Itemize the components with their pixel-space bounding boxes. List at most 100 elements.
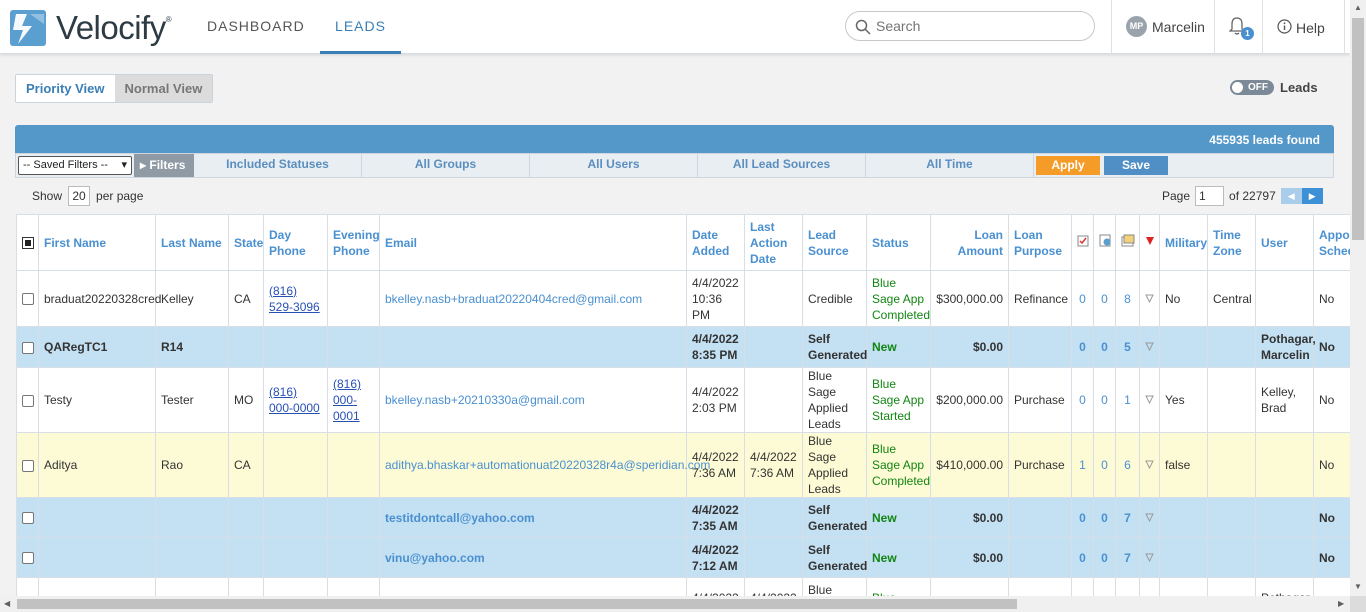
vertical-scroll-thumb[interactable] xyxy=(1352,18,1364,240)
col-date-added[interactable]: Date Added xyxy=(686,214,745,271)
row-checkbox-cell[interactable] xyxy=(16,537,39,578)
filters-button[interactable]: ▸ Filters xyxy=(134,154,194,177)
cell-status[interactable]: New xyxy=(866,497,931,538)
cell-email[interactable]: bkelley.nasb+20210330a@gmail.com xyxy=(379,367,687,433)
search-box[interactable] xyxy=(845,11,1095,41)
cell-first-name[interactable]: Automation xyxy=(38,577,156,596)
cell-email[interactable]: testitdontcall@yahoo.com xyxy=(379,497,687,538)
col-actions[interactable] xyxy=(1093,214,1116,271)
cell-email[interactable]: vinu@yahoo.com xyxy=(379,537,687,578)
cell-email[interactable]: bkelley.nasb+braduat20220404cred@gmail.c… xyxy=(379,270,687,327)
cell-actions-count[interactable]: 0 xyxy=(1093,270,1116,327)
cell-tasks-count[interactable]: 1 xyxy=(1071,577,1094,596)
scroll-right-icon[interactable]: ▶ xyxy=(1338,599,1344,608)
filter-all-users[interactable]: All Users xyxy=(530,154,698,177)
row-checkbox-cell[interactable] xyxy=(16,497,39,538)
nav-dashboard[interactable]: DASHBOARD xyxy=(207,0,305,54)
col-flag[interactable] xyxy=(1139,214,1160,271)
table-row[interactable]: braduat20220328cred Kelley CA (816) 529-309… xyxy=(16,270,1350,327)
col-first-name[interactable]: First Name xyxy=(38,214,156,271)
cell-documents-count[interactable]: 3 xyxy=(1115,577,1140,596)
cell-tasks-count[interactable]: 0 xyxy=(1071,497,1094,538)
search-input[interactable] xyxy=(876,18,1076,34)
cell-evening-phone[interactable] xyxy=(327,497,380,538)
cell-status[interactable]: Blue Sage App Started xyxy=(866,367,931,433)
nav-leads[interactable]: LEADS xyxy=(320,0,401,54)
cell-documents-count[interactable]: 6 xyxy=(1115,432,1140,498)
cell-documents-count[interactable]: 7 xyxy=(1115,497,1140,538)
col-time-zone[interactable]: Time Zone xyxy=(1207,214,1256,271)
cell-email[interactable]: adithya.bhaskar+automationuat20220328r4a… xyxy=(379,432,710,498)
cell-flag[interactable] xyxy=(1139,497,1160,538)
col-email[interactable]: Email xyxy=(379,214,687,271)
cell-first-name[interactable] xyxy=(38,537,156,578)
prev-page-button[interactable]: ◀ xyxy=(1280,188,1302,204)
velocify-logo[interactable]: Velocify® xyxy=(10,9,172,47)
col-last-name[interactable]: Last Name xyxy=(155,214,229,271)
cell-day-phone[interactable]: (816) 000-0000 xyxy=(263,367,328,433)
flag-outline-icon[interactable] xyxy=(1145,511,1154,525)
cell-email[interactable] xyxy=(379,326,687,368)
cell-last-name[interactable]: QA xyxy=(155,577,229,596)
cell-email[interactable]: mpothagar.nasb+automationuat20220328r4a@… xyxy=(379,577,687,596)
row-checkbox-cell[interactable] xyxy=(16,432,39,498)
cell-day-phone[interactable] xyxy=(263,326,328,368)
col-status[interactable]: Status xyxy=(866,214,931,271)
vertical-scrollbar[interactable]: ▲ ▼ xyxy=(1350,0,1366,596)
flag-outline-icon[interactable] xyxy=(1145,458,1154,472)
cell-flag[interactable] xyxy=(1139,326,1160,368)
row-checkbox-cell[interactable] xyxy=(16,270,39,327)
page-input[interactable]: 1 xyxy=(1195,186,1225,206)
horizontal-scrollbar[interactable]: ◀ ▶ xyxy=(0,596,1350,612)
col-last-action-date[interactable]: Last Action Date xyxy=(744,214,803,271)
select-all-icon[interactable] xyxy=(22,237,34,250)
cell-actions-count[interactable]: 0 xyxy=(1093,367,1116,433)
flag-outline-icon[interactable] xyxy=(1145,340,1154,354)
cell-flag[interactable] xyxy=(1139,270,1160,327)
cell-first-name[interactable] xyxy=(38,497,156,538)
help-link[interactable]: Help xyxy=(1277,19,1325,37)
table-row[interactable]: vinu@yahoo.com 4/4/2022 7:12 AM Self Gener… xyxy=(16,537,1350,578)
save-button[interactable]: Save xyxy=(1104,156,1168,175)
cell-evening-phone[interactable]: (816) 000-0001 xyxy=(327,367,380,433)
cell-last-name[interactable]: Kelley xyxy=(155,270,229,327)
cell-actions-count[interactable]: 0 xyxy=(1093,577,1116,596)
table-row[interactable]: QARegTC1 R14 4/4/2022 8:35 PM Self Generate… xyxy=(16,326,1350,368)
filter-included-statuses[interactable]: Included Statuses xyxy=(194,154,362,177)
cell-status[interactable]: Blue Sage App xyxy=(866,577,931,596)
row-checkbox[interactable] xyxy=(22,512,34,525)
row-checkbox-cell[interactable] xyxy=(16,367,39,433)
cell-documents-count[interactable]: 1 xyxy=(1115,367,1140,433)
row-checkbox[interactable] xyxy=(22,341,34,354)
apply-button[interactable]: Apply xyxy=(1036,156,1100,175)
cell-documents-count[interactable]: 7 xyxy=(1115,537,1140,578)
avatar[interactable]: MP xyxy=(1126,16,1147,37)
cell-tasks-count[interactable]: 0 xyxy=(1071,367,1094,433)
cell-last-name[interactable]: R14 xyxy=(155,326,229,368)
cell-evening-phone[interactable] xyxy=(327,537,380,578)
table-row[interactable]: testitdontcall@yahoo.com 4/4/2022 7:35 AM… xyxy=(16,497,1350,538)
cell-status[interactable]: New xyxy=(866,326,931,368)
scroll-up-icon[interactable]: ▲ xyxy=(1354,3,1362,12)
filter-all-groups[interactable]: All Groups xyxy=(362,154,530,177)
cell-flag[interactable] xyxy=(1139,367,1160,433)
cell-actions-count[interactable]: 0 xyxy=(1093,537,1116,578)
cell-day-phone[interactable] xyxy=(263,537,328,578)
row-checkbox-cell[interactable] xyxy=(16,326,39,368)
cell-first-name[interactable]: QARegTC1 xyxy=(38,326,156,368)
col-appointment[interactable]: Appoint. Sched. xyxy=(1313,214,1350,271)
table-row[interactable]: Testy Tester MO (816) 000-0000 (816) 000-000… xyxy=(16,367,1350,433)
cell-evening-phone[interactable] xyxy=(327,326,380,368)
table-row[interactable]: AutomationQACA mpothagar.nasb+automationu… xyxy=(16,577,1350,596)
col-loan-purpose[interactable]: Loan Purpose xyxy=(1008,214,1072,271)
cell-last-name[interactable]: Tester xyxy=(155,367,229,433)
cell-tasks-count[interactable]: 0 xyxy=(1071,537,1094,578)
cell-first-name[interactable]: Testy xyxy=(38,367,156,433)
normal-view-button[interactable]: Normal View xyxy=(114,75,213,102)
flag-outline-icon[interactable] xyxy=(1145,393,1154,407)
filter-all-lead-sources[interactable]: All Lead Sources xyxy=(698,154,866,177)
row-checkbox-cell[interactable] xyxy=(16,577,39,596)
cell-actions-count[interactable]: 0 xyxy=(1093,497,1116,538)
flag-outline-icon[interactable] xyxy=(1145,292,1154,306)
cell-day-phone[interactable] xyxy=(263,497,328,538)
